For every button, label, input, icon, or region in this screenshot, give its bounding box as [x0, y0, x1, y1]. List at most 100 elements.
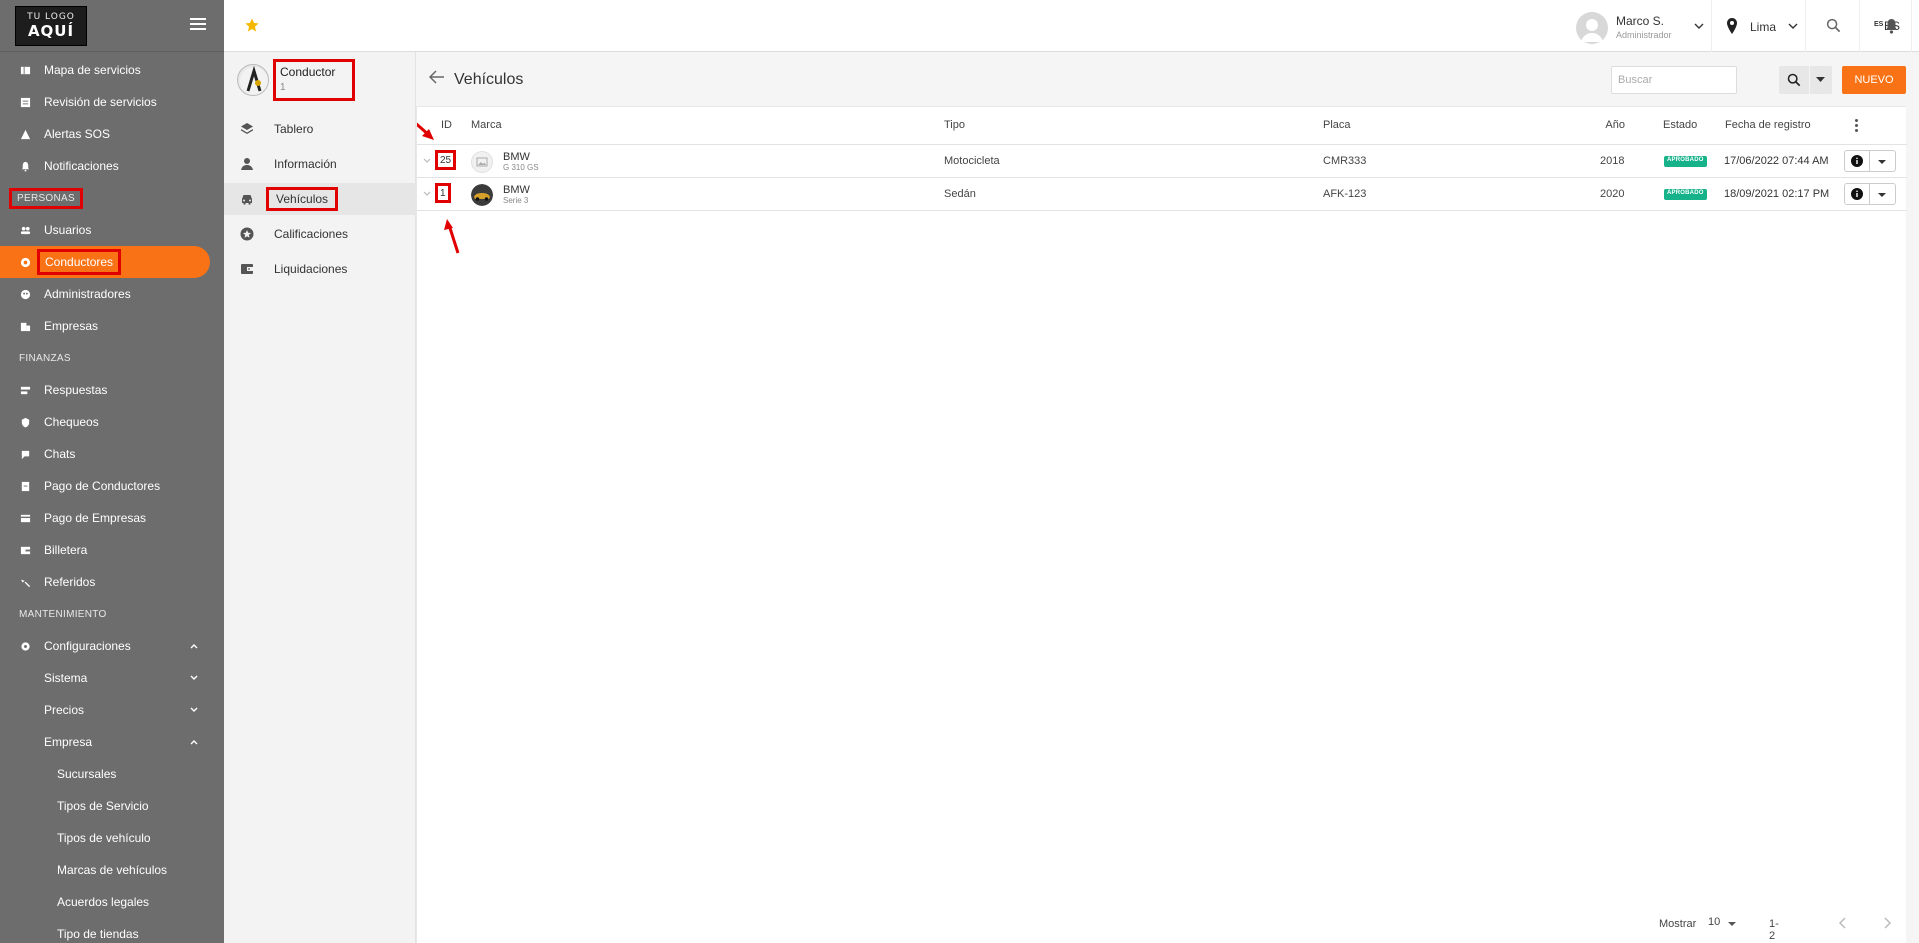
tab-liquidaciones[interactable]: Liquidaciones: [224, 253, 416, 285]
column-header-id[interactable]: ID: [441, 119, 452, 131]
sidebar-item-referidos[interactable]: Referidos: [0, 566, 224, 598]
sidebar-item-empresas[interactable]: Empresas: [0, 310, 224, 342]
sidebar-item-label: Sucursales: [57, 767, 117, 781]
user-role: Administrador: [1616, 30, 1672, 40]
table-row[interactable]: 1 BMW Serie 3 Sedán AFK-123 2020 APROBAD…: [417, 178, 1907, 211]
tab-calificaciones[interactable]: Calificaciones: [224, 218, 416, 250]
shield-check-icon: [21, 417, 30, 428]
column-header-status[interactable]: Estado: [1663, 119, 1697, 131]
bell-icon: [21, 161, 30, 172]
row-actions-dropdown[interactable]: [1870, 183, 1896, 205]
column-options-icon[interactable]: [1855, 119, 1859, 133]
table-row[interactable]: 25 BMW G 310 GS Motocicleta CMR333 2018 …: [417, 145, 1907, 178]
caret-down-icon[interactable]: [1728, 922, 1736, 926]
sidebar-item-respuestas[interactable]: Respuestas: [0, 374, 224, 406]
section-finanzas: FINANZAS: [0, 342, 224, 374]
row-brand: BMW: [503, 151, 530, 163]
sidebar-item-conductores[interactable]: Conductores: [0, 246, 210, 278]
sidebar-item-pago-conductores[interactable]: Pago de Conductores: [0, 470, 224, 502]
users-icon: [20, 226, 31, 235]
sidebar-item-marcas-vehiculos[interactable]: Marcas de vehículos: [0, 854, 224, 886]
sidebar-item-usuarios[interactable]: Usuarios: [0, 214, 224, 246]
sidebar-item-alertas-sos[interactable]: Alertas SOS: [0, 118, 224, 150]
logo[interactable]: TU LOGO AQUÍ: [15, 6, 87, 46]
search-submit-button[interactable]: [1779, 66, 1809, 94]
sidebar-item-administradores[interactable]: Administradores: [0, 278, 224, 310]
info-icon: [1851, 188, 1863, 200]
chevron-down-icon: [190, 675, 198, 680]
sidebar-item-mapa-servicios[interactable]: Mapa de servicios: [0, 54, 224, 86]
annotation-arrow-lower: [444, 219, 460, 254]
chevron-down-icon: [1694, 23, 1704, 29]
tab-label: Liquidaciones: [274, 262, 348, 276]
vehicle-photo: [471, 184, 493, 206]
sidebar-item-label: Tipos de vehículo: [57, 831, 151, 845]
back-arrow-icon[interactable]: [429, 70, 445, 84]
location-selector[interactable]: Lima: [1712, 0, 1806, 52]
expand-chevron-icon[interactable]: [423, 157, 431, 165]
row-type: Sedán: [944, 188, 976, 200]
row-date: 18/09/2021 02:17 PM: [1724, 188, 1830, 200]
wallet-icon: [241, 264, 253, 274]
row-id: 25: [435, 150, 457, 170]
sidebar-item-configuraciones[interactable]: Configuraciones: [0, 630, 224, 662]
column-header-year[interactable]: Año: [1605, 119, 1625, 131]
info-icon: [1851, 155, 1863, 167]
chat-icon: [21, 450, 30, 460]
sidebar-item-label: Chequeos: [44, 415, 99, 429]
sidebar-item-revision-servicios[interactable]: Revisión de servicios: [0, 86, 224, 118]
driver-subnav: Conductor 1 Tablero Información Vehículo…: [224, 52, 416, 943]
sidebar-item-tipo-tiendas[interactable]: Tipo de tiendas: [0, 918, 224, 943]
search-button[interactable]: [1806, 0, 1860, 52]
row-info-button[interactable]: [1844, 183, 1870, 205]
sidebar-item-empresa[interactable]: Empresa: [0, 726, 224, 758]
sidebar-item-label: Sistema: [44, 671, 88, 685]
user-menu[interactable]: Marco S. Administrador: [1554, 0, 1712, 52]
expand-chevron-icon[interactable]: [423, 190, 431, 198]
sidebar-item-billetera[interactable]: Billetera: [0, 534, 224, 566]
row-year: 2018: [1600, 155, 1625, 167]
row-plate: AFK-123: [1323, 188, 1367, 200]
new-vehicle-button[interactable]: NUEVO: [1842, 66, 1906, 94]
sidebar-item-acuerdos-legales[interactable]: Acuerdos legales: [0, 886, 224, 918]
tab-vehiculos[interactable]: Vehículos: [224, 183, 416, 215]
search-input[interactable]: [1611, 66, 1737, 94]
sidebar-item-label: Marcas de vehículos: [57, 863, 168, 877]
page-size-select[interactable]: 10: [1708, 916, 1720, 928]
favorite-star-icon[interactable]: [244, 17, 260, 33]
person-icon: [241, 158, 253, 170]
tab-informacion[interactable]: Información: [224, 148, 416, 180]
bell-icon[interactable]: [1884, 18, 1899, 34]
tab-label: Tablero: [274, 122, 314, 136]
chevron-down-icon: [190, 707, 198, 712]
sidebar-item-chequeos[interactable]: Chequeos: [0, 406, 224, 438]
sidebar-item-sistema[interactable]: Sistema: [0, 662, 224, 694]
search-filter-dropdown[interactable]: [1810, 66, 1832, 94]
tab-tablero[interactable]: Tablero: [224, 113, 416, 145]
main-content: Vehículos NUEVO ID Marca Tipo Placa Año …: [416, 52, 1919, 943]
row-actions-dropdown[interactable]: [1870, 150, 1896, 172]
row-info-button[interactable]: [1844, 150, 1870, 172]
topbar: Marco S. Administrador Lima ES ES: [224, 0, 1919, 52]
chevron-right-icon[interactable]: [1882, 917, 1892, 929]
logo-line2: AQUÍ: [27, 22, 75, 40]
steering-wheel-icon: [20, 257, 31, 268]
admin-icon: [20, 289, 31, 300]
row-plate: CMR333: [1323, 155, 1367, 167]
sidebar-item-precios[interactable]: Precios: [0, 694, 224, 726]
column-header-plate[interactable]: Placa: [1323, 119, 1351, 131]
sidebar-item-label: Notificaciones: [44, 159, 119, 173]
chevron-left-icon[interactable]: [1838, 917, 1848, 929]
hamburger-menu-icon[interactable]: [190, 18, 206, 30]
column-header-brand[interactable]: Marca: [471, 119, 502, 131]
column-header-date[interactable]: Fecha de registro: [1725, 119, 1811, 131]
sidebar-item-chats[interactable]: Chats: [0, 438, 224, 470]
sidebar-item-tipos-servicio[interactable]: Tipos de Servicio: [0, 790, 224, 822]
sidebar-item-sucursales[interactable]: Sucursales: [0, 758, 224, 790]
column-header-type[interactable]: Tipo: [944, 119, 965, 131]
sidebar-item-notificaciones[interactable]: Notificaciones: [0, 150, 224, 182]
vehicle-placeholder-image: [471, 151, 493, 173]
sidebar-item-tipos-vehiculo[interactable]: Tipos de vehículo: [0, 822, 224, 854]
chevron-up-icon: [190, 740, 198, 745]
sidebar-item-pago-empresas[interactable]: Pago de Empresas: [0, 502, 224, 534]
